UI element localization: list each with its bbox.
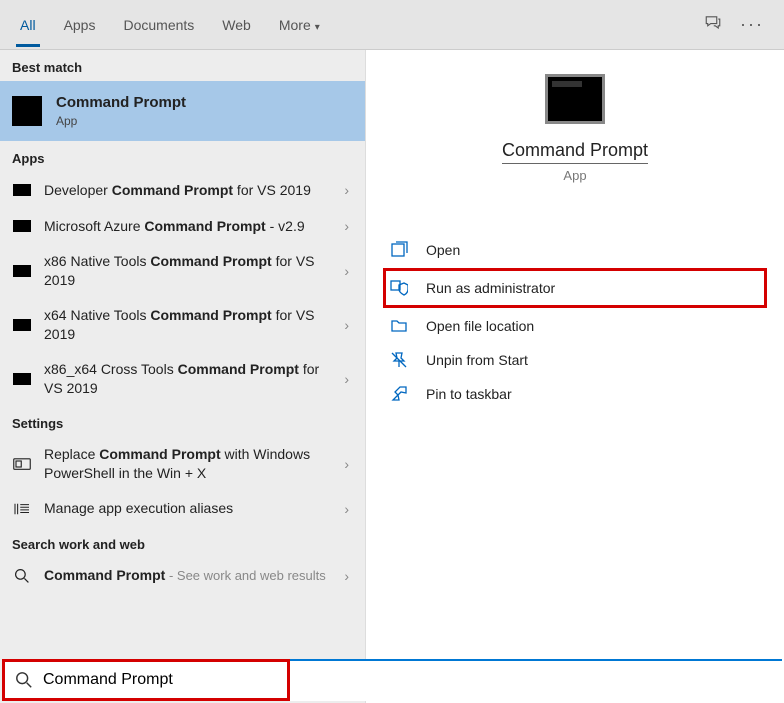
folder-icon: [390, 317, 412, 335]
search-input[interactable]: [43, 671, 277, 689]
detail-panel: Command Prompt App Open Run as administr…: [365, 50, 784, 703]
feedback-icon[interactable]: [704, 13, 722, 36]
search-bar: [2, 659, 782, 701]
result-app[interactable]: Microsoft Azure Command Prompt - v2.9 ›: [0, 208, 365, 244]
tab-more[interactable]: More▾: [265, 3, 334, 47]
filter-tabs: All Apps Documents Web More▾ ···: [0, 0, 784, 50]
app-icon: [12, 180, 32, 200]
settings-icon: [12, 454, 32, 474]
tab-apps[interactable]: Apps: [50, 3, 110, 47]
chevron-right-icon[interactable]: ›: [338, 182, 355, 198]
search-icon: [12, 566, 32, 586]
app-icon: [12, 315, 32, 335]
unpin-icon: [390, 351, 412, 369]
results-panel: Best match Command PromptApp Apps Develo…: [0, 50, 365, 703]
chevron-right-icon[interactable]: ›: [338, 317, 355, 333]
result-setting[interactable]: Manage app execution aliases ›: [0, 491, 365, 527]
chevron-right-icon[interactable]: ›: [338, 263, 355, 279]
pin-icon: [390, 385, 412, 403]
detail-title[interactable]: Command Prompt: [502, 140, 648, 164]
section-search-web: Search work and web: [0, 527, 365, 558]
chevron-right-icon[interactable]: ›: [338, 218, 355, 234]
action-unpin-start[interactable]: Unpin from Start: [386, 343, 764, 377]
open-icon: [390, 241, 412, 259]
result-app[interactable]: x86_x64 Cross Tools Command Prompt for V…: [0, 352, 365, 406]
section-best-match: Best match: [0, 50, 365, 81]
tab-all[interactable]: All: [6, 3, 50, 47]
result-setting[interactable]: Replace Command Prompt with Windows Powe…: [0, 437, 365, 491]
result-app[interactable]: Developer Command Prompt for VS 2019 ›: [0, 172, 365, 208]
chevron-right-icon[interactable]: ›: [338, 501, 355, 517]
search-icon: [15, 671, 33, 689]
chevron-right-icon[interactable]: ›: [338, 456, 355, 472]
command-prompt-icon: [12, 96, 42, 126]
action-open-location[interactable]: Open file location: [386, 309, 764, 343]
command-prompt-large-icon: [545, 74, 605, 124]
section-settings: Settings: [0, 406, 365, 437]
result-app[interactable]: x64 Native Tools Command Prompt for VS 2…: [0, 298, 365, 352]
chevron-right-icon[interactable]: ›: [338, 371, 355, 387]
aliases-icon: [12, 499, 32, 519]
app-icon: [12, 261, 32, 281]
tab-web[interactable]: Web: [208, 3, 265, 47]
tab-documents[interactable]: Documents: [109, 3, 208, 47]
action-open[interactable]: Open: [386, 233, 764, 267]
app-icon: [12, 216, 32, 236]
search-bar-extension[interactable]: [290, 659, 782, 701]
chevron-down-icon: ▾: [315, 22, 320, 33]
admin-shield-icon: [390, 279, 412, 297]
result-web[interactable]: Command Prompt - See work and web result…: [0, 558, 365, 594]
chevron-right-icon[interactable]: ›: [338, 568, 355, 584]
action-run-as-admin[interactable]: Run as administrator: [383, 268, 767, 308]
section-apps: Apps: [0, 141, 365, 172]
app-icon: [12, 369, 32, 389]
action-pin-taskbar[interactable]: Pin to taskbar: [386, 377, 764, 411]
result-best-match[interactable]: Command PromptApp: [0, 81, 365, 141]
result-app[interactable]: x86 Native Tools Command Prompt for VS 2…: [0, 244, 365, 298]
detail-subtitle: App: [563, 168, 586, 183]
more-options-icon[interactable]: ···: [740, 14, 764, 35]
